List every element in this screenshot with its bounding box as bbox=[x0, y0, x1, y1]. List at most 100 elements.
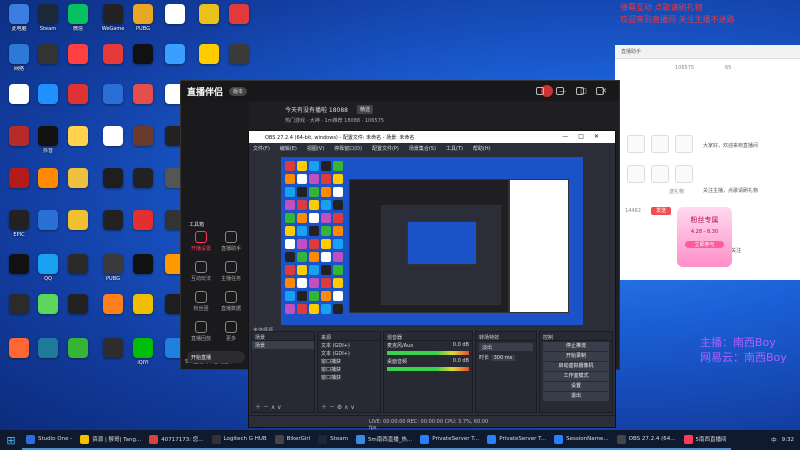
desktop-shortcut[interactable] bbox=[98, 126, 128, 166]
desktop-shortcut[interactable] bbox=[98, 338, 128, 378]
desktop-shortcut[interactable]: iQIYI bbox=[128, 338, 158, 378]
chat-input[interactable]: 14482 bbox=[625, 208, 641, 214]
desktop-shortcut[interactable] bbox=[63, 84, 93, 124]
control-button[interactable]: 设置 bbox=[543, 382, 609, 391]
clock[interactable]: 9:32 bbox=[782, 437, 794, 443]
bell-icon[interactable] bbox=[536, 87, 544, 95]
obs-preview[interactable] bbox=[281, 157, 583, 325]
desktop-shortcut[interactable] bbox=[98, 44, 128, 84]
desktop-shortcut[interactable] bbox=[33, 210, 63, 250]
scene-item[interactable]: 场景 bbox=[252, 341, 314, 349]
source-item[interactable]: 文本 (GDI+) bbox=[318, 341, 380, 349]
desktop-shortcut[interactable]: PUBG bbox=[98, 254, 128, 294]
desktop-shortcut[interactable] bbox=[128, 294, 158, 334]
desktop-shortcut[interactable]: 网络 bbox=[4, 44, 34, 84]
desktop-shortcut[interactable] bbox=[128, 254, 158, 294]
promo-badge[interactable]: 粉丝专属 4.28 - 8.30 立即参与 bbox=[677, 207, 732, 267]
browser-tab[interactable]: 直播助手 bbox=[615, 45, 800, 59]
desktop-shortcut[interactable]: WeGame bbox=[98, 4, 128, 44]
desktop-shortcut[interactable] bbox=[33, 294, 63, 334]
sidebar-item[interactable]: 粉丝团 bbox=[187, 291, 215, 312]
desktop-shortcut[interactable] bbox=[4, 168, 34, 208]
sidebar-item[interactable]: 直播回放 bbox=[187, 321, 215, 342]
volume-meter[interactable] bbox=[387, 367, 469, 371]
sidebar-item[interactable]: 互动玩法 bbox=[187, 261, 215, 282]
desktop-shortcut[interactable] bbox=[194, 4, 224, 44]
source-item[interactable]: 窗口捕获 bbox=[318, 357, 380, 365]
menu-item[interactable]: 工具(T) bbox=[446, 145, 463, 152]
desktop-shortcut[interactable] bbox=[63, 210, 93, 250]
duration-input[interactable]: 300 ms bbox=[490, 355, 516, 361]
desktop-shortcut[interactable]: PUBG bbox=[128, 4, 158, 44]
desktop-shortcut[interactable] bbox=[128, 168, 158, 208]
menu-item[interactable]: 帮助(H) bbox=[473, 145, 491, 152]
desktop-shortcut[interactable] bbox=[33, 84, 63, 124]
desktop-shortcut[interactable] bbox=[33, 44, 63, 84]
desktop-shortcut[interactable]: EPIC bbox=[4, 210, 34, 250]
send-button[interactable]: 发送 bbox=[651, 207, 671, 215]
control-button[interactable]: 退出 bbox=[543, 392, 609, 401]
transition-select[interactable]: 淡出 bbox=[479, 343, 533, 351]
window-controls[interactable]: — □ ✕ bbox=[559, 87, 613, 95]
desktop-shortcut[interactable] bbox=[98, 168, 128, 208]
menu-item[interactable]: 编辑(E) bbox=[280, 145, 297, 152]
menu-icon[interactable] bbox=[596, 87, 604, 95]
desktop-shortcut[interactable] bbox=[128, 210, 158, 250]
desktop-shortcut[interactable] bbox=[194, 44, 224, 84]
taskbar-app[interactable]: BikerGirl bbox=[270, 430, 315, 450]
desktop-shortcut[interactable]: QQ bbox=[33, 254, 63, 294]
desktop-shortcut[interactable] bbox=[4, 126, 34, 166]
desktop-shortcut[interactable] bbox=[128, 126, 158, 166]
menu-item[interactable]: 场景集合(S) bbox=[409, 145, 436, 152]
obs-window-controls[interactable]: —□✕ bbox=[562, 133, 609, 140]
desktop-shortcut[interactable] bbox=[128, 84, 158, 124]
taskbar-app[interactable]: 40717173: 您... bbox=[145, 430, 208, 450]
desktop-shortcut[interactable] bbox=[33, 168, 63, 208]
desktop-shortcut[interactable] bbox=[63, 44, 93, 84]
gift-icon[interactable] bbox=[651, 135, 669, 153]
menu-item[interactable]: 文件(F) bbox=[253, 145, 270, 152]
sidebar-item[interactable]: 直播数据 bbox=[217, 291, 245, 312]
desktop-shortcut[interactable] bbox=[160, 4, 190, 44]
desktop-shortcut[interactable] bbox=[4, 338, 34, 378]
desktop-shortcut[interactable]: Steam bbox=[33, 4, 63, 44]
desktop-shortcut[interactable] bbox=[98, 294, 128, 334]
desktop-shortcut[interactable] bbox=[224, 44, 254, 84]
gift-icon[interactable] bbox=[675, 165, 693, 183]
control-button[interactable]: 开始录制 bbox=[543, 352, 609, 361]
source-item[interactable]: 窗口捕获 bbox=[318, 365, 380, 373]
taskbar-app[interactable]: 资源 | 猴哥| Tang... bbox=[76, 430, 146, 450]
taskbar-app[interactable]: 5南西直播间 bbox=[679, 430, 731, 450]
control-button[interactable]: 启动虚拟摄像机 bbox=[543, 362, 609, 371]
menu-item[interactable]: 配置文件(P) bbox=[372, 145, 399, 152]
language-indicator[interactable]: 中 bbox=[771, 436, 777, 444]
desktop-shortcut[interactable] bbox=[63, 254, 93, 294]
menu-item[interactable]: 视图(V) bbox=[307, 145, 324, 152]
taskbar-app[interactable]: OBS 27.2.4 (64... bbox=[612, 430, 680, 450]
message-icon[interactable] bbox=[556, 87, 564, 95]
taskbar-app[interactable]: Studio One - bbox=[22, 430, 77, 450]
sidebar-item[interactable]: 直播助手 bbox=[217, 231, 245, 252]
desktop-shortcut[interactable] bbox=[4, 84, 34, 124]
gift-icon[interactable] bbox=[627, 135, 645, 153]
source-item[interactable]: 窗口捕获 bbox=[318, 373, 380, 381]
taskbar-app[interactable]: PrivateServer T... bbox=[483, 430, 551, 450]
control-button[interactable]: 工作室模式 bbox=[543, 372, 609, 381]
windows-start-icon[interactable]: ⊞ bbox=[0, 430, 22, 450]
desktop-shortcut[interactable] bbox=[63, 126, 93, 166]
sidebar-item[interactable]: 更多 bbox=[217, 321, 245, 342]
settings-icon[interactable] bbox=[576, 87, 584, 95]
desktop-shortcut[interactable] bbox=[4, 294, 34, 334]
scenes-toolbar[interactable]: ＋ － ∧ ∨ bbox=[255, 402, 282, 411]
desktop-shortcut[interactable] bbox=[98, 84, 128, 124]
desktop-shortcut[interactable] bbox=[128, 44, 158, 84]
desktop-shortcut[interactable] bbox=[63, 168, 93, 208]
gift-icon[interactable] bbox=[675, 135, 693, 153]
taskbar-app[interactable]: Logitech G HUB bbox=[207, 430, 271, 450]
taskbar-app[interactable]: 5m南西直播_热... bbox=[351, 430, 417, 450]
volume-meter[interactable] bbox=[387, 351, 469, 355]
desktop-shortcut[interactable]: 此电脑 bbox=[4, 4, 34, 44]
desktop-shortcut[interactable] bbox=[33, 338, 63, 378]
sidebar-item[interactable]: 开播设置 bbox=[187, 231, 215, 252]
desktop-shortcut[interactable] bbox=[4, 254, 34, 294]
